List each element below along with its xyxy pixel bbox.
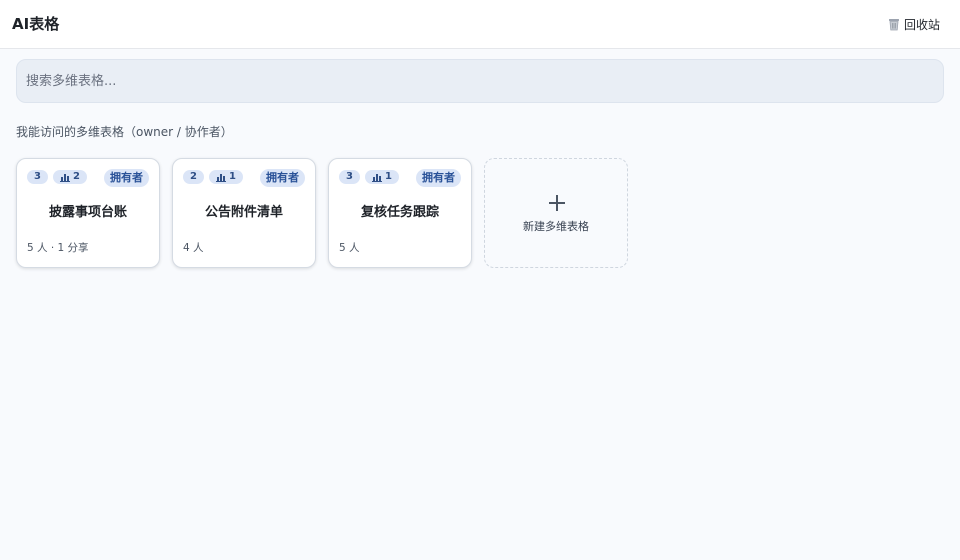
role-badge: 拥有者: [104, 169, 149, 187]
card-meta: 5 人: [339, 242, 360, 254]
card-title: 复核任务跟踪: [360, 205, 439, 220]
chart-count-badge: 1: [365, 170, 399, 184]
card-meta: 4 人: [183, 242, 204, 254]
card-title: 披露事项台账: [48, 205, 127, 220]
table-card[interactable]: 3 1 拥有者 复核任务跟踪 5 人: [328, 158, 472, 268]
field-count-badge: 3: [339, 170, 360, 184]
table-card[interactable]: 3 2 拥有者 披露事项台账 5 人 · 1 分享: [16, 158, 160, 268]
top-bar: AI表格 回收站: [0, 0, 960, 49]
bar-chart-icon: [372, 173, 382, 182]
field-count-badge: 2: [183, 170, 204, 184]
chart-count-badge: 1: [209, 170, 243, 184]
chart-count-badge: 2: [53, 170, 87, 184]
card-meta: 5 人 · 1 分享: [27, 242, 89, 254]
recycle-bin-label: 回收站: [903, 17, 940, 32]
field-count-badge: 3: [27, 170, 48, 184]
bar-chart-icon: [60, 173, 70, 182]
table-card[interactable]: 2 1 拥有者 公告附件清单 4 人: [172, 158, 316, 268]
role-badge: 拥有者: [416, 169, 461, 187]
new-table-button[interactable]: 新建多维表格: [484, 158, 628, 268]
search-input[interactable]: [16, 59, 944, 103]
card-title: 公告附件清单: [204, 205, 283, 220]
recycle-bin-button[interactable]: 回收站: [888, 14, 940, 34]
new-table-label: 新建多维表格: [523, 220, 589, 233]
app-title: AI表格: [12, 15, 60, 33]
role-badge: 拥有者: [260, 169, 305, 187]
trash-icon: [888, 18, 900, 31]
bar-chart-icon: [216, 173, 226, 182]
section-title: 我能访问的多维表格（owner / 协作者）: [16, 125, 233, 139]
plus-icon: [547, 193, 567, 213]
